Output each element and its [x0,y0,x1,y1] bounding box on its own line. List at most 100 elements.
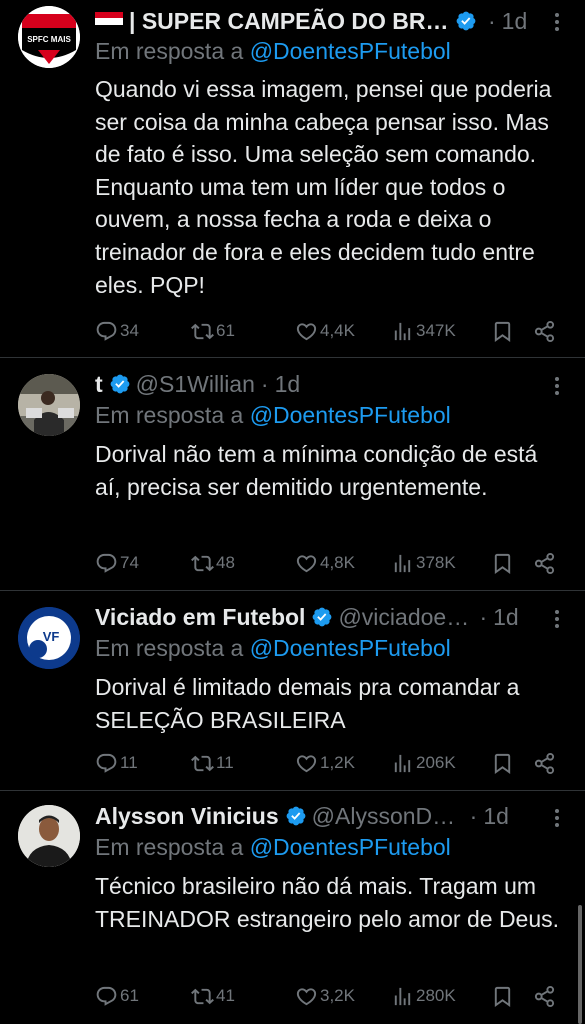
bookmark-icon [491,752,514,775]
repost-icon [191,552,214,575]
display-name[interactable]: Viciado em Futebol [95,604,305,631]
repost-button[interactable]: 11 [191,748,234,778]
verified-badge-icon [285,805,307,827]
like-button[interactable]: 3,2K [295,981,355,1011]
separator-dot: · [260,370,269,397]
views-count: 280K [416,986,456,1005]
avatar-text: SPFC MAIS [27,35,71,44]
repost-icon [191,985,214,1008]
bookmark-button[interactable] [491,981,516,1011]
reply-count: 34 [120,321,139,340]
avatar[interactable] [18,805,80,867]
user-photo-icon [18,374,80,436]
share-icon [533,552,556,575]
reply-button[interactable]: 34 [95,316,139,346]
reply-mention[interactable]: @DoentesPFutebol [250,635,451,661]
like-icon [295,752,318,775]
reply-icon [95,552,118,575]
views-count: 378K [416,553,456,572]
tweet-header: t @S1Willian · 1d [95,367,565,401]
tweet-4[interactable]: Alysson Vinicius @AlyssonDutra · 1d Em r… [0,791,585,1024]
display-name[interactable]: Alysson Vinicius [95,803,279,830]
reply-count: 61 [120,986,139,1005]
separator-dot: · [469,802,478,829]
avatar[interactable]: SPFC MAIS [18,6,80,68]
bookmark-button[interactable] [491,548,516,578]
repost-icon [191,320,214,343]
like-icon [295,985,318,1008]
share-button[interactable] [533,316,558,346]
scrollbar[interactable] [578,905,582,1024]
action-bar: 74 48 4,8K 378K [95,548,567,578]
bookmark-button[interactable] [491,748,516,778]
vf-logo-icon: VF [18,607,80,669]
reply-button[interactable]: 11 [95,748,138,778]
like-count: 3,2K [320,986,355,1005]
action-bar: 61 41 3,2K 280K [95,981,567,1011]
like-button[interactable]: 4,8K [295,548,355,578]
repost-count: 41 [216,986,235,1005]
more-options-icon[interactable] [545,806,569,830]
like-button[interactable]: 4,4K [295,316,355,346]
separator-dot: · [488,7,496,34]
tweet-text: Dorival é limitado demais pra comandar a… [95,674,520,733]
display-name[interactable]: | SUPER CAMPEÃO DO BRASIL [129,8,449,35]
more-options-icon[interactable] [545,607,569,631]
tweet-3[interactable]: VF Viciado em Futebol @viciadoemfutebol … [0,591,585,791]
share-button[interactable] [533,548,558,578]
views-button[interactable]: 206K [391,748,456,778]
timestamp[interactable]: 1d [502,8,528,35]
tweet-text: Quando vi essa imagem, pensei que poderi… [95,76,552,298]
reply-icon [95,320,118,343]
tweet-header: Alysson Vinicius @AlyssonDutra · 1d [95,799,565,833]
user-handle[interactable]: @viciadoemfutebol [338,604,473,631]
separator-dot: · [479,603,488,630]
views-icon [391,752,414,775]
reply-button[interactable]: 61 [95,981,139,1011]
user-photo-icon [18,805,80,867]
bookmark-icon [491,985,514,1008]
repost-button[interactable]: 61 [191,316,235,346]
timestamp[interactable]: 1d [493,604,519,631]
bookmark-icon [491,552,514,575]
reply-mention[interactable]: @DoentesPFutebol [250,834,451,860]
repost-button[interactable]: 48 [191,548,235,578]
reply-prefix: Em resposta a [95,635,250,661]
bookmark-button[interactable] [491,316,516,346]
like-icon [295,320,318,343]
user-handle[interactable]: @AlyssonDutra [312,803,464,830]
avatar-text: VF [43,629,60,644]
avatar[interactable]: VF [18,607,80,669]
user-handle[interactable]: @S1Willian [136,371,255,398]
like-count: 1,2K [320,753,355,772]
views-icon [391,985,414,1008]
reply-prefix: Em resposta a [95,402,250,428]
share-button[interactable] [533,981,558,1011]
timestamp[interactable]: 1d [483,803,509,830]
repost-count: 61 [216,321,235,340]
like-count: 4,8K [320,553,355,572]
views-count: 206K [416,753,456,772]
views-button[interactable]: 280K [391,981,456,1011]
more-options-icon[interactable] [545,10,569,34]
tweet-2[interactable]: t @S1Willian · 1d Em resposta a @Doentes… [0,358,585,591]
display-name[interactable]: t [95,371,103,398]
repost-count: 11 [216,753,234,772]
avatar[interactable] [18,374,80,436]
reply-button[interactable]: 74 [95,548,139,578]
more-options-icon[interactable] [545,374,569,398]
bookmark-icon [491,320,514,343]
share-icon [533,752,556,775]
reply-context: Em resposta a @DoentesPFutebol [95,834,565,861]
repost-button[interactable]: 41 [191,981,235,1011]
like-button[interactable]: 1,2K [295,748,355,778]
timestamp[interactable]: 1d [275,371,301,398]
views-button[interactable]: 378K [391,548,456,578]
reply-icon [95,985,118,1008]
reply-mention[interactable]: @DoentesPFutebol [250,402,451,428]
tweet-1[interactable]: SPFC MAIS | SUPER CAMPEÃO DO BRASIL · 1d… [0,0,585,358]
tweet-header: | SUPER CAMPEÃO DO BRASIL · 1d [95,4,565,38]
views-button[interactable]: 347K [391,316,456,346]
share-button[interactable] [533,748,558,778]
reply-mention[interactable]: @DoentesPFutebol [250,38,451,64]
